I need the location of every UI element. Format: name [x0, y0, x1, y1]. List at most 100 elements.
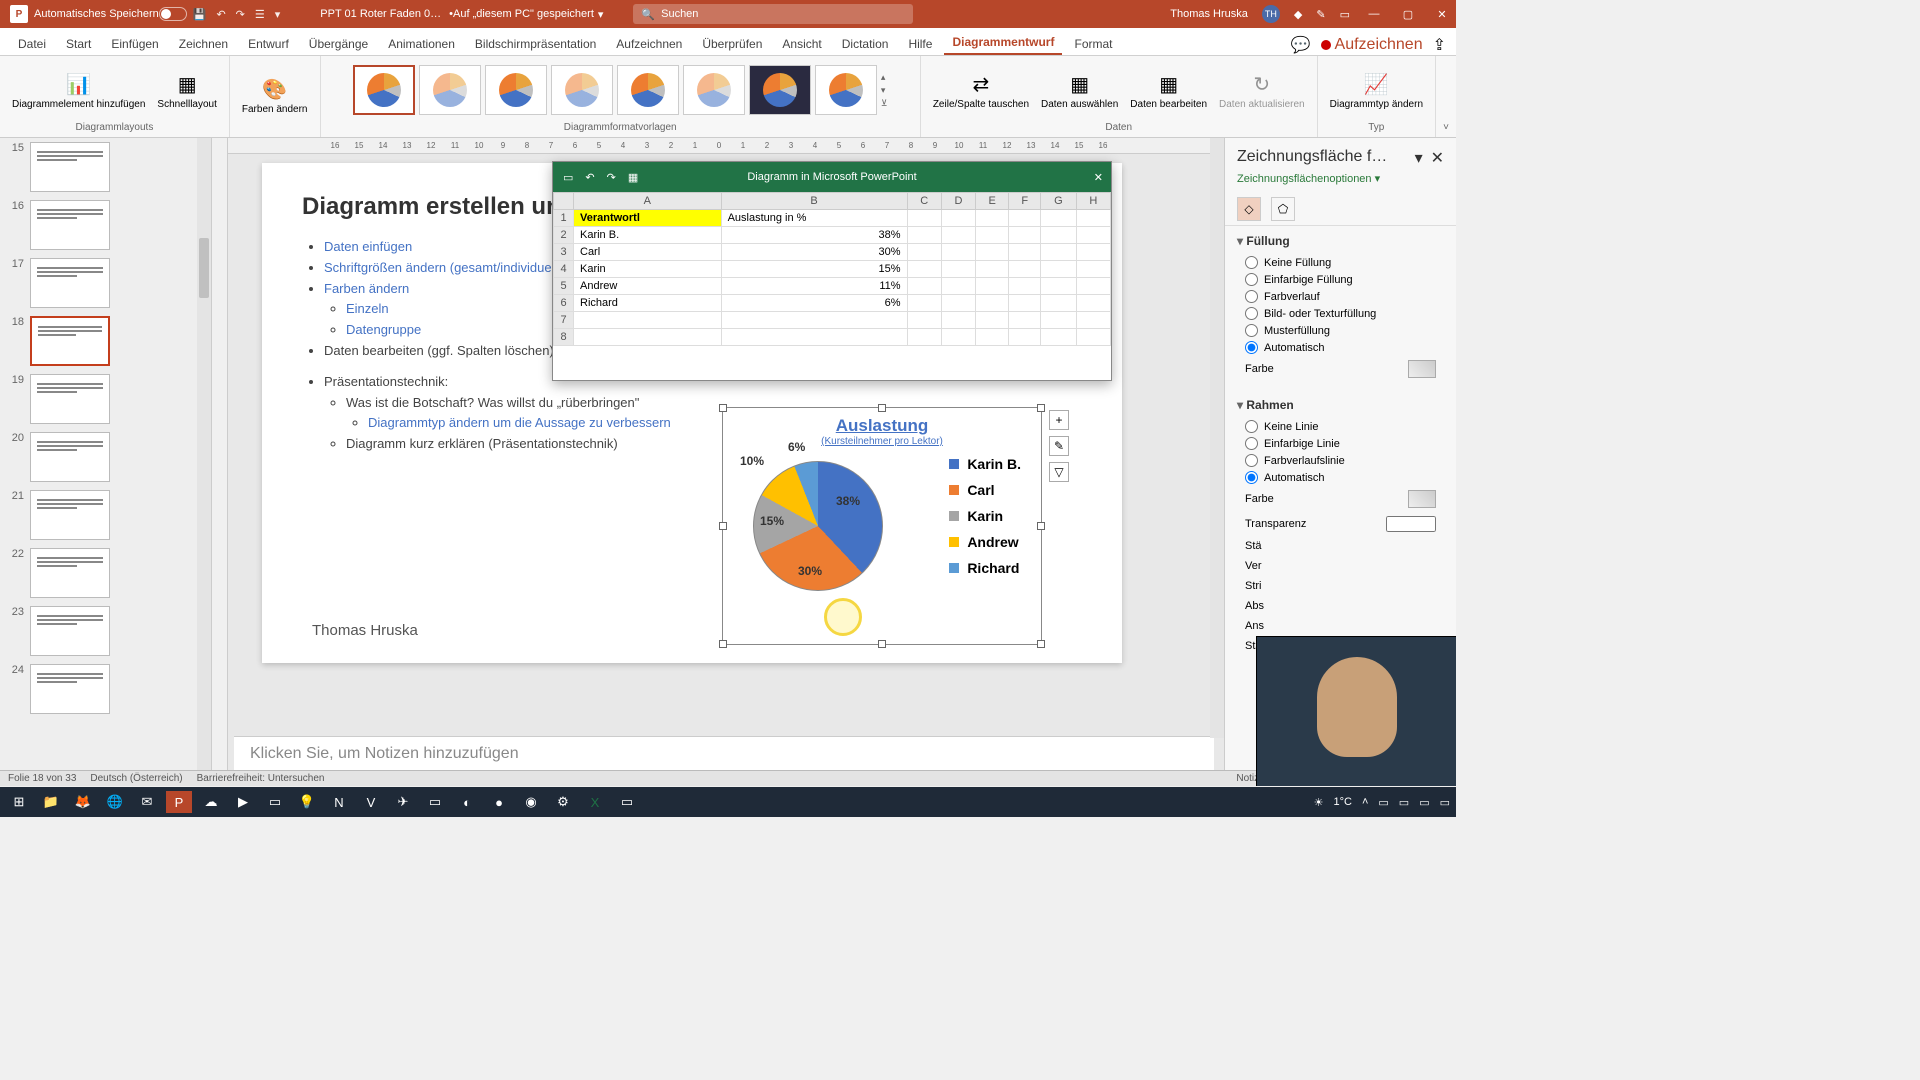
save-status-chevron-icon[interactable]: ▾ [598, 8, 604, 21]
share-icon[interactable]: ⇪ [1433, 35, 1446, 55]
chart-brush-icon[interactable]: ✎ [1049, 436, 1069, 456]
tray-icon[interactable]: ▭ [1399, 796, 1409, 809]
window-icon[interactable]: ▭ [1340, 8, 1350, 21]
line-gradient[interactable]: Farbverlaufslinie [1237, 452, 1444, 469]
styles-more-icon[interactable]: ⊻ [881, 98, 888, 109]
accessibility-status[interactable]: Barrierefreiheit: Untersuchen [197, 773, 325, 784]
legend-item[interactable]: Richard [949, 560, 1021, 576]
tray-icon[interactable]: ▭ [1378, 796, 1388, 809]
thumbnail-15[interactable]: 15 [0, 138, 211, 196]
chart-handle[interactable] [1037, 404, 1045, 412]
excel-titlebar[interactable]: ▭ ↶ ↷ ▦ Diagramm in Microsoft PowerPoint… [553, 162, 1111, 192]
thumbnail-19[interactable]: 19 [0, 370, 211, 428]
save-icon[interactable]: 💾 [193, 8, 207, 21]
fill-picture[interactable]: Bild- oder Texturfüllung [1237, 305, 1444, 322]
chart-legend[interactable]: Karin B.CarlKarinAndrewRichard [949, 456, 1021, 586]
chart-handle[interactable] [878, 640, 886, 648]
pane-close-icon[interactable]: ✕ [1431, 150, 1444, 167]
tab-uebergaenge[interactable]: Übergänge [301, 33, 376, 55]
temperature[interactable]: 1°C [1333, 796, 1351, 808]
thumbnail-17[interactable]: 17 [0, 254, 211, 312]
excel-grid[interactable]: ABCDEFGH 1VerantwortlAuslastung in % 2Ka… [553, 192, 1111, 346]
thumbnail-23[interactable]: 23 [0, 602, 211, 660]
chart-style-8[interactable] [815, 65, 877, 115]
fill-auto[interactable]: Automatisch [1237, 339, 1444, 356]
chart-handle[interactable] [1037, 522, 1045, 530]
legend-item[interactable]: Karin [949, 508, 1021, 524]
thumbnails-scrollbar[interactable] [197, 138, 211, 786]
add-chart-element-button[interactable]: 📊Diagrammelement hinzufügen [8, 69, 149, 112]
tab-start[interactable]: Start [58, 33, 99, 55]
styles-up-icon[interactable]: ▴ [881, 72, 888, 83]
tab-bildschirm[interactable]: Bildschirmpräsentation [467, 33, 604, 55]
fill-none[interactable]: Keine Füllung [1237, 254, 1444, 271]
pane-subtitle[interactable]: Zeichnungsflächenoptionen [1237, 173, 1372, 185]
slide-counter[interactable]: Folie 18 von 33 [8, 773, 76, 784]
tab-diagrammentwurf[interactable]: Diagrammentwurf [944, 31, 1062, 55]
chart-handle[interactable] [719, 404, 727, 412]
transparency-input[interactable] [1386, 516, 1436, 532]
excel-row[interactable]: 6Richard6% [554, 295, 1111, 312]
chart-style-4[interactable] [551, 65, 613, 115]
start-button[interactable]: ⊞ [6, 791, 32, 813]
thumbnail-22[interactable]: 22 [0, 544, 211, 602]
fill-color-picker[interactable] [1408, 360, 1436, 378]
excel-undo-icon[interactable]: ↶ [585, 171, 594, 184]
legend-item[interactable]: Karin B. [949, 456, 1021, 472]
vlc-icon[interactable]: ▶ [230, 791, 256, 813]
change-colors-button[interactable]: 🎨Farben ändern [238, 74, 312, 117]
excel-data-window[interactable]: ▭ ↶ ↷ ▦ Diagramm in Microsoft PowerPoint… [552, 161, 1112, 381]
tab-format[interactable]: Format [1066, 33, 1120, 55]
collapse-ribbon-icon[interactable]: ˅ [1436, 56, 1456, 137]
outlook-icon[interactable]: ✉ [134, 791, 160, 813]
qat-chevron-icon[interactable]: ▾ [275, 8, 281, 21]
effects-tab-icon[interactable]: ⬠ [1271, 197, 1295, 221]
redo-icon[interactable]: ↷ [236, 8, 245, 21]
tab-aufzeichnen[interactable]: Aufzeichnen [608, 33, 690, 55]
telegram-icon[interactable]: ✈ [390, 791, 416, 813]
thumbnail-21[interactable]: 21 [0, 486, 211, 544]
pie-chart[interactable]: 38% 30% 15% 10% 6% [753, 461, 883, 591]
excel-row[interactable]: 4Karin15% [554, 261, 1111, 278]
tab-zeichnen[interactable]: Zeichnen [171, 33, 236, 55]
excel-row[interactable]: 5Andrew11% [554, 278, 1111, 295]
app-icon[interactable]: ◐ [454, 791, 480, 813]
chart-title[interactable]: Auslastung [723, 416, 1041, 436]
touch-icon[interactable]: ☰ [255, 8, 265, 21]
select-data-button[interactable]: ▦Daten auswählen [1037, 69, 1122, 112]
thumbnail-24[interactable]: 24 [0, 660, 211, 718]
chart-style-6[interactable] [683, 65, 745, 115]
tab-datei[interactable]: Datei [10, 33, 54, 55]
chrome-icon[interactable]: 🌐 [102, 791, 128, 813]
chart-handle[interactable] [1037, 640, 1045, 648]
tab-dictation[interactable]: Dictation [834, 33, 897, 55]
settings-icon[interactable]: ⚙ [550, 791, 576, 813]
fill-section[interactable]: Füllung [1237, 234, 1444, 248]
minimize-button[interactable]: — [1364, 8, 1384, 20]
explorer-icon[interactable]: 📁 [38, 791, 64, 813]
fill-solid[interactable]: Einfarbige Füllung [1237, 271, 1444, 288]
diamond-icon[interactable]: ◆ [1294, 8, 1302, 21]
tab-animationen[interactable]: Animationen [380, 33, 463, 55]
weather-icon[interactable]: ☀ [1314, 796, 1324, 809]
tab-einfuegen[interactable]: Einfügen [103, 33, 166, 55]
app-icon[interactable]: ▭ [422, 791, 448, 813]
tray-icon[interactable]: ▭ [1440, 796, 1450, 809]
app-icon[interactable]: ▭ [262, 791, 288, 813]
avatar[interactable]: TH [1262, 5, 1280, 23]
line-color-picker[interactable] [1408, 490, 1436, 508]
border-section[interactable]: Rahmen [1237, 398, 1444, 412]
pen-icon[interactable]: ✎ [1316, 8, 1325, 21]
app-icon[interactable]: ▭ [614, 791, 640, 813]
onenote-icon[interactable]: N [326, 791, 352, 813]
canvas-scrollbar[interactable] [1210, 138, 1224, 738]
comments-icon[interactable]: 💬 [1291, 35, 1311, 55]
powerpoint-taskbar-icon[interactable]: P [166, 791, 192, 813]
excel-close-icon[interactable]: ✕ [1094, 171, 1103, 184]
switch-row-col-button[interactable]: ⇄Zeile/Spalte tauschen [929, 69, 1033, 112]
excel-redo-icon[interactable]: ↷ [607, 171, 616, 184]
chart-handle[interactable] [878, 404, 886, 412]
fill-pattern[interactable]: Musterfüllung [1237, 322, 1444, 339]
chart-style-3[interactable] [485, 65, 547, 115]
thumbnail-20[interactable]: 20 [0, 428, 211, 486]
